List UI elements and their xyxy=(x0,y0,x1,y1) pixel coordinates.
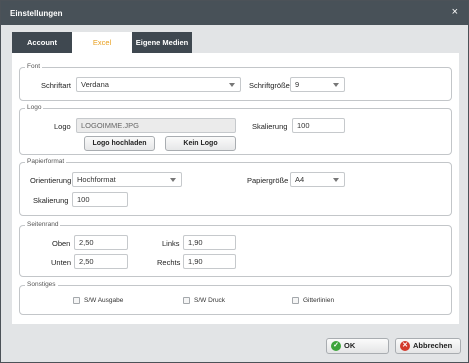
rechts-input[interactable]: 1,90 xyxy=(183,254,236,269)
chevron-down-icon xyxy=(170,178,176,182)
chevron-down-icon xyxy=(333,83,339,87)
font-legend: Font xyxy=(25,63,43,70)
links-input[interactable]: 1,90 xyxy=(183,235,236,250)
schriftgroesse-label: Schriftgröße xyxy=(249,81,290,90)
logo-skalierung-label: Skalierung xyxy=(252,122,288,131)
orientierung-select[interactable]: Hochformat xyxy=(72,172,182,187)
logo-legend: Logo xyxy=(25,104,44,111)
unten-label: Unten xyxy=(51,258,72,267)
dialog-title: Einstellungen xyxy=(10,9,63,18)
title-bar[interactable]: Einstellungen × xyxy=(1,1,468,25)
sw-ausgabe-checkbox[interactable] xyxy=(73,297,80,304)
papiergroesse-label: Papiergröße xyxy=(247,176,289,185)
seitenrand-group: Seitenrand Oben 2,50 Unten 2,50 Links 1,… xyxy=(19,221,452,277)
checkmark-icon: ✓ xyxy=(331,341,341,351)
logo-skalierung-input[interactable]: 100 xyxy=(292,118,345,133)
unten-input[interactable]: 2,50 xyxy=(74,254,128,269)
sw-ausgabe-label: S/W Ausgabe xyxy=(84,297,124,304)
papier-skalierung-label: Skalierung xyxy=(33,196,69,205)
logo-file-field: LOGOIMME.JPG xyxy=(76,118,236,133)
chevron-down-icon xyxy=(229,83,235,87)
sonstiges-group: Sonstiges S/W Ausgabe S/W Druck Gitterli… xyxy=(19,281,452,315)
cancel-button[interactable]: ✕ Abbrechen xyxy=(395,338,461,354)
gitterlinien-checkbox[interactable] xyxy=(292,297,299,304)
logo-upload-button[interactable]: Logo hochladen xyxy=(84,136,155,151)
logo-label: Logo xyxy=(54,122,71,131)
papier-skalierung-input[interactable]: 100 xyxy=(72,192,128,207)
rechts-label: Rechts xyxy=(157,258,181,267)
close-icon[interactable]: × xyxy=(452,6,458,18)
schriftart-label: Schriftart xyxy=(41,81,72,90)
chevron-down-icon xyxy=(333,178,339,182)
ok-button-label: OK xyxy=(344,341,356,350)
links-label: Links xyxy=(162,239,180,248)
gitterlinien-label: Gitterlinien xyxy=(303,297,335,304)
sw-druck-checkbox[interactable] xyxy=(183,297,190,304)
excel-settings-panel: Font Schriftart Verdana Schriftgröße 9 L… xyxy=(12,53,459,324)
seitenrand-legend: Seitenrand xyxy=(25,221,61,228)
tab-excel[interactable]: Excel xyxy=(72,32,132,53)
cancel-button-label: Abbrechen xyxy=(413,341,453,350)
schriftgroesse-select[interactable]: 9 xyxy=(290,77,345,92)
oben-label: Oben xyxy=(52,239,71,248)
schriftart-select[interactable]: Verdana xyxy=(76,77,241,92)
font-group: Font Schriftart Verdana Schriftgröße 9 xyxy=(19,63,452,101)
sonstiges-legend: Sonstiges xyxy=(25,281,58,288)
settings-dialog: Einstellungen × Account Excel Eigene Med… xyxy=(0,0,469,363)
papiergroesse-select[interactable]: A4 xyxy=(290,172,345,187)
orientierung-label: Orientierung xyxy=(30,176,72,185)
papierformat-group: Papierformat Orientierung Hochformat Pap… xyxy=(19,158,452,216)
logo-group: Logo Logo LOGOIMME.JPG Logo hochladen Ke… xyxy=(19,104,452,155)
tab-eigene-medien[interactable]: Eigene Medien xyxy=(132,32,192,53)
no-logo-button[interactable]: Kein Logo xyxy=(165,136,236,151)
ok-button[interactable]: ✓ OK xyxy=(326,338,389,354)
oben-input[interactable]: 2,50 xyxy=(74,235,128,250)
cancel-icon: ✕ xyxy=(400,341,410,351)
sw-druck-label: S/W Druck xyxy=(194,297,226,304)
tab-account[interactable]: Account xyxy=(12,32,72,53)
papierformat-legend: Papierformat xyxy=(25,158,67,165)
